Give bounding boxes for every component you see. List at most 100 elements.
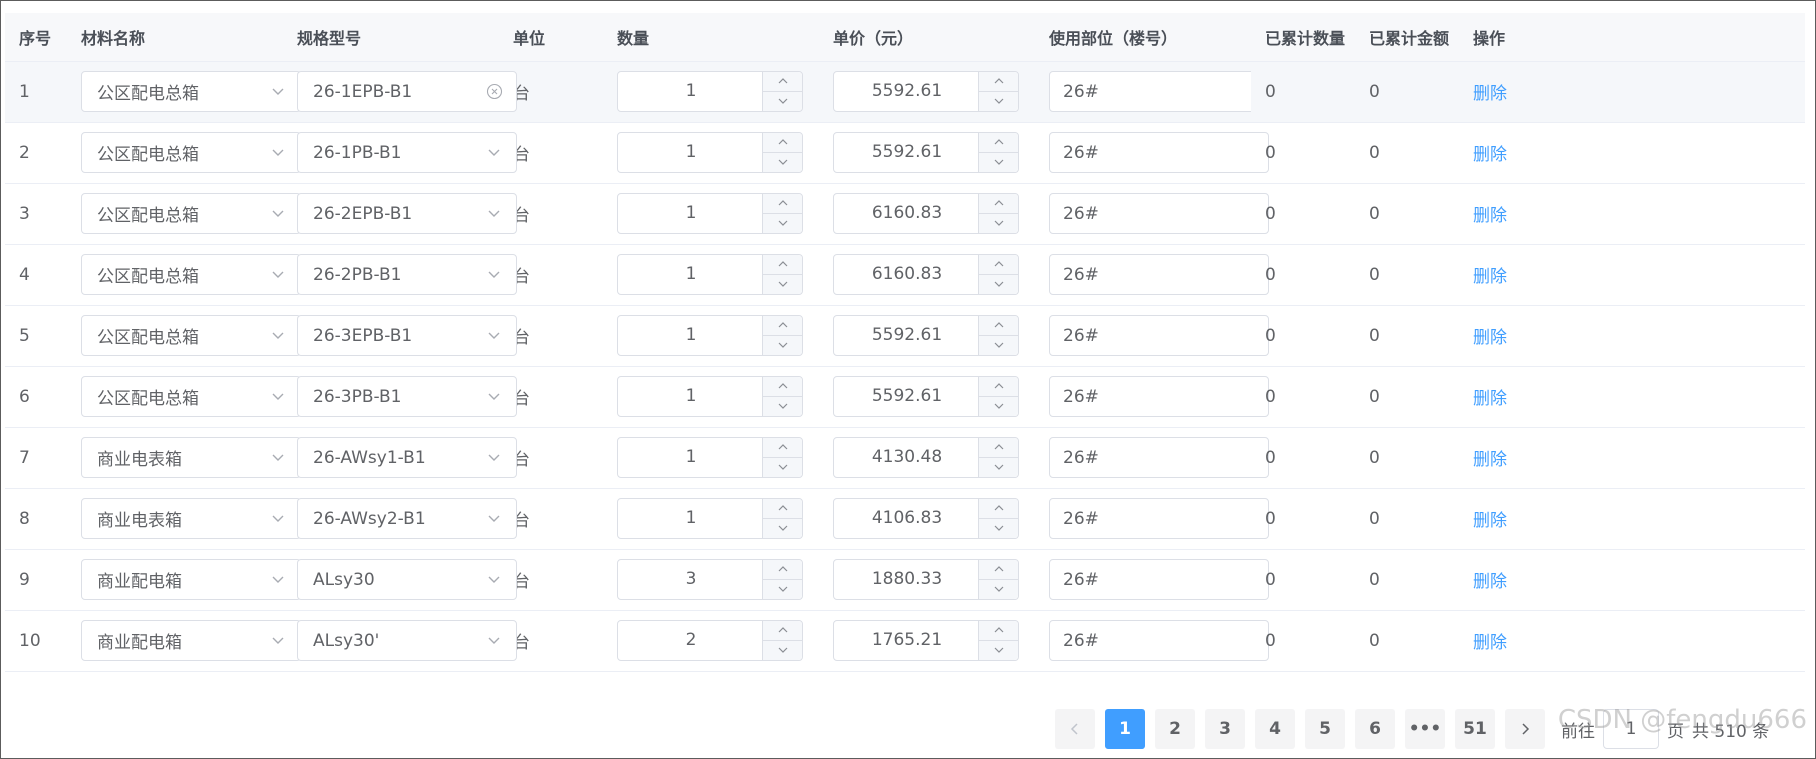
quantity-stepper[interactable]: 1 (617, 254, 803, 295)
location-input[interactable]: 26# (1049, 193, 1269, 234)
location-input[interactable]: 26# (1049, 376, 1269, 417)
decrease-button[interactable] (979, 580, 1018, 600)
page-button[interactable]: 3 (1205, 709, 1245, 749)
price-stepper[interactable]: 6160.83 (833, 193, 1019, 234)
delete-link[interactable]: 删除 (1473, 389, 1507, 409)
clear-icon[interactable] (486, 83, 503, 100)
spec-select[interactable]: ALsy30 (297, 559, 517, 600)
increase-button[interactable] (763, 255, 802, 275)
material-select[interactable]: 商业电表箱 (81, 498, 301, 539)
location-input[interactable]: 26# (1049, 498, 1269, 539)
decrease-button[interactable] (979, 275, 1018, 295)
spec-select[interactable]: 26-1PB-B1 (297, 132, 517, 173)
decrease-button[interactable] (979, 519, 1018, 539)
price-stepper[interactable]: 5592.61 (833, 376, 1019, 417)
increase-button[interactable] (979, 438, 1018, 458)
delete-link[interactable]: 删除 (1473, 145, 1507, 165)
increase-button[interactable] (979, 621, 1018, 641)
material-select[interactable]: 公区配电总箱 (81, 315, 301, 356)
increase-button[interactable] (763, 194, 802, 214)
quantity-stepper[interactable]: 1 (617, 193, 803, 234)
quantity-stepper[interactable]: 2 (617, 620, 803, 661)
decrease-button[interactable] (979, 214, 1018, 234)
increase-button[interactable] (979, 194, 1018, 214)
increase-button[interactable] (979, 133, 1018, 153)
price-stepper[interactable]: 5592.61 (833, 71, 1019, 112)
price-stepper[interactable]: 5592.61 (833, 132, 1019, 173)
location-input[interactable]: 26# (1049, 437, 1269, 478)
decrease-button[interactable] (979, 336, 1018, 356)
material-select[interactable]: 商业配电箱 (81, 620, 301, 661)
material-select[interactable]: 公区配电总箱 (81, 376, 301, 417)
location-input[interactable]: 26# (1049, 559, 1269, 600)
increase-button[interactable] (763, 133, 802, 153)
increase-button[interactable] (763, 621, 802, 641)
price-stepper[interactable]: 6160.83 (833, 254, 1019, 295)
location-input[interactable]: 26# (1049, 254, 1269, 295)
material-select[interactable]: 公区配电总箱 (81, 71, 301, 112)
material-select[interactable]: 商业电表箱 (81, 437, 301, 478)
price-stepper[interactable]: 1765.21 (833, 620, 1019, 661)
delete-link[interactable]: 删除 (1473, 633, 1507, 653)
spec-select[interactable]: 26-3EPB-B1 (297, 315, 517, 356)
goto-page-input[interactable]: 1 (1603, 709, 1659, 749)
material-select[interactable]: 公区配电总箱 (81, 193, 301, 234)
decrease-button[interactable] (763, 92, 802, 112)
location-input[interactable]: 26# (1049, 71, 1269, 112)
decrease-button[interactable] (763, 397, 802, 417)
decrease-button[interactable] (979, 92, 1018, 112)
delete-link[interactable]: 删除 (1473, 267, 1507, 287)
decrease-button[interactable] (979, 458, 1018, 478)
delete-link[interactable]: 删除 (1473, 511, 1507, 531)
price-stepper[interactable]: 4130.48 (833, 437, 1019, 478)
increase-button[interactable] (979, 499, 1018, 519)
increase-button[interactable] (979, 316, 1018, 336)
decrease-button[interactable] (763, 580, 802, 600)
page-button[interactable]: 6 (1355, 709, 1395, 749)
increase-button[interactable] (979, 377, 1018, 397)
material-select[interactable]: 公区配电总箱 (81, 132, 301, 173)
decrease-button[interactable] (763, 519, 802, 539)
quantity-stepper[interactable]: 1 (617, 71, 803, 112)
delete-link[interactable]: 删除 (1473, 328, 1507, 348)
spec-select[interactable]: 26-1EPB-B1 (297, 71, 517, 112)
location-input[interactable]: 26# (1049, 620, 1269, 661)
spec-select[interactable]: ALsy30' (297, 620, 517, 661)
next-page-button[interactable] (1505, 709, 1545, 749)
quantity-stepper[interactable]: 1 (617, 132, 803, 173)
prev-page-button[interactable] (1055, 709, 1095, 749)
increase-button[interactable] (763, 377, 802, 397)
spec-select[interactable]: 26-AWsy2-B1 (297, 498, 517, 539)
price-stepper[interactable]: 4106.83 (833, 498, 1019, 539)
page-button[interactable]: 1 (1105, 709, 1145, 749)
spec-select[interactable]: 26-3PB-B1 (297, 376, 517, 417)
spec-select[interactable]: 26-2PB-B1 (297, 254, 517, 295)
increase-button[interactable] (763, 438, 802, 458)
decrease-button[interactable] (763, 275, 802, 295)
price-stepper[interactable]: 5592.61 (833, 315, 1019, 356)
increase-button[interactable] (763, 499, 802, 519)
increase-button[interactable] (979, 72, 1018, 92)
increase-button[interactable] (763, 560, 802, 580)
decrease-button[interactable] (763, 336, 802, 356)
quantity-stepper[interactable]: 1 (617, 437, 803, 478)
location-input[interactable]: 26# (1049, 132, 1269, 173)
decrease-button[interactable] (979, 397, 1018, 417)
material-select[interactable]: 商业配电箱 (81, 559, 301, 600)
decrease-button[interactable] (763, 458, 802, 478)
decrease-button[interactable] (763, 153, 802, 173)
page-button[interactable]: 5 (1305, 709, 1345, 749)
decrease-button[interactable] (979, 641, 1018, 661)
delete-link[interactable]: 删除 (1473, 84, 1507, 104)
more-pages-button[interactable]: ••• (1405, 709, 1445, 749)
delete-link[interactable]: 删除 (1473, 450, 1507, 470)
decrease-button[interactable] (763, 641, 802, 661)
decrease-button[interactable] (763, 214, 802, 234)
spec-select[interactable]: 26-2EPB-B1 (297, 193, 517, 234)
increase-button[interactable] (763, 72, 802, 92)
quantity-stepper[interactable]: 3 (617, 559, 803, 600)
page-button[interactable]: 2 (1155, 709, 1195, 749)
quantity-stepper[interactable]: 1 (617, 498, 803, 539)
spec-select[interactable]: 26-AWsy1-B1 (297, 437, 517, 478)
increase-button[interactable] (763, 316, 802, 336)
